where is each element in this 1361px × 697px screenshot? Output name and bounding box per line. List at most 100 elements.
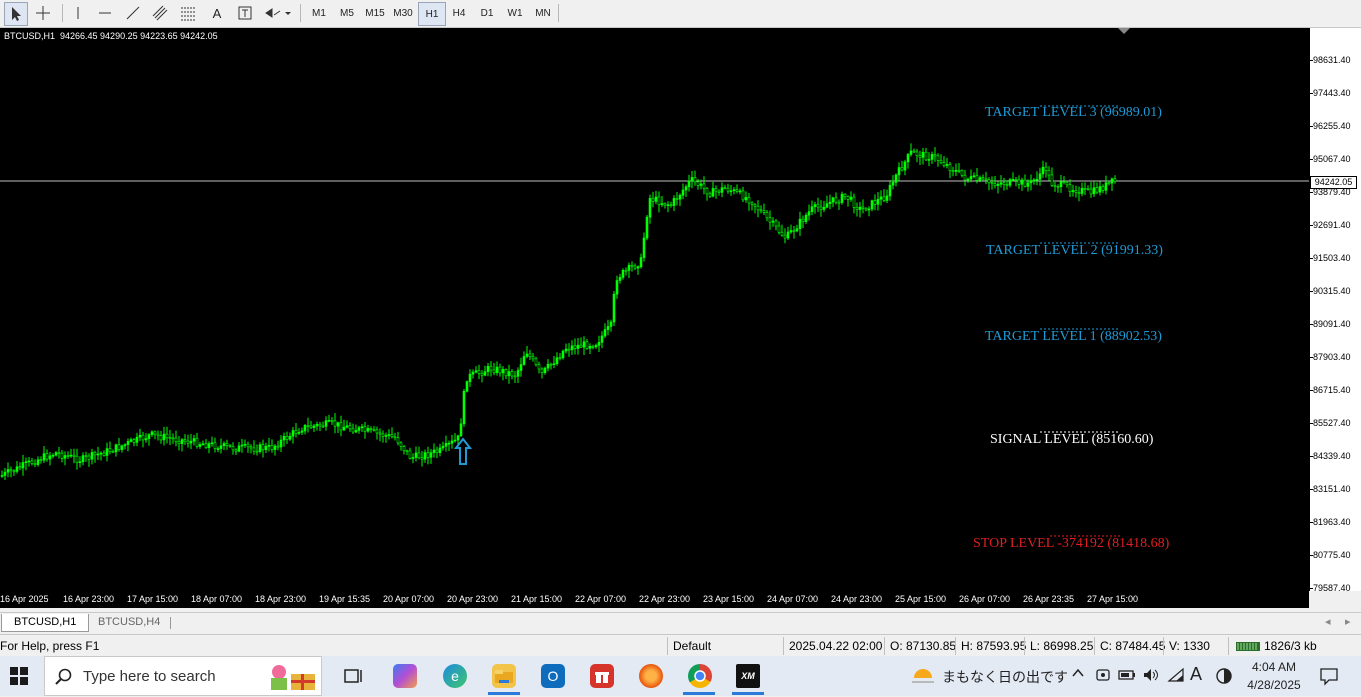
taskbar-search-box[interactable]: Type here to search — [44, 656, 322, 696]
candle-body — [186, 440, 190, 444]
candle-body — [1065, 182, 1069, 186]
candle-body — [441, 445, 445, 449]
timeframe-d1-button[interactable]: D1 — [474, 2, 500, 24]
candle-body — [942, 162, 946, 166]
xm-trading-icon[interactable]: XM — [736, 664, 760, 688]
network-icon[interactable] — [1167, 667, 1185, 688]
price-tick: 81963.40 — [1313, 517, 1351, 527]
tray-overflow-chevron-icon[interactable] — [1071, 666, 1085, 683]
time-axis[interactable]: 16 Apr 2025 16 Apr 23:00 17 Apr 15:00 18… — [0, 591, 1309, 608]
price-tick: 84339.40 — [1313, 451, 1351, 461]
candle-body — [705, 187, 709, 195]
candle-body — [342, 426, 346, 431]
candle-body — [921, 151, 925, 158]
timeframe-h4-button[interactable]: H4 — [446, 2, 472, 24]
fibonacci-tool-icon[interactable] — [178, 2, 200, 24]
file-explorer-icon[interactable] — [492, 664, 516, 688]
candle-body — [294, 430, 298, 434]
time-tick: 27 Apr 15:00 — [1087, 594, 1139, 604]
candle-body — [183, 439, 187, 442]
firefox-icon[interactable] — [639, 664, 663, 688]
text-label-tool-icon[interactable] — [234, 2, 256, 24]
vertical-line-tool-icon[interactable] — [68, 2, 88, 24]
outlook-icon[interactable]: O — [541, 664, 565, 688]
candle-body — [546, 363, 550, 369]
meet-now-icon[interactable] — [1095, 667, 1111, 688]
status-datetime: 2025.04.22 02:00 — [789, 639, 883, 653]
candle-body — [399, 442, 403, 447]
candle-body — [495, 366, 499, 373]
ime-indicator[interactable]: A — [1190, 664, 1202, 685]
weather-sunrise-icon[interactable] — [910, 664, 936, 693]
timeframe-h1-button[interactable]: H1 — [418, 2, 446, 26]
traffic-stats: 1826/3 kb — [1264, 639, 1317, 653]
candle-body — [624, 269, 628, 272]
candle-body — [543, 367, 547, 373]
search-highlight-icon — [267, 662, 319, 697]
candle-body — [366, 428, 370, 432]
timeframe-m1-button[interactable]: M1 — [306, 2, 332, 24]
timeframe-w1-button[interactable]: W1 — [502, 2, 528, 24]
price-chart[interactable]: BTCUSD,H1 94266.45 94290.25 94223.65 942… — [0, 28, 1309, 591]
trendline-tool-icon[interactable] — [122, 2, 144, 24]
equidistant-channel-tool-icon[interactable] — [150, 2, 172, 24]
gift-app-icon[interactable] — [590, 664, 614, 688]
edge-browser-icon[interactable]: e — [443, 664, 467, 688]
candle-body — [372, 429, 376, 431]
tab-scroll-right-icon[interactable]: ▸ — [1345, 615, 1351, 628]
windows-start-icon[interactable] — [10, 667, 28, 690]
candle-body — [798, 218, 802, 230]
candle-body — [603, 329, 607, 337]
tab-btcusd-h4[interactable]: BTCUSD,H4 — [86, 614, 172, 631]
ime-mode-icon[interactable] — [1215, 667, 1233, 690]
tab-btcusd-h1[interactable]: BTCUSD,H1 — [1, 614, 90, 632]
candle-body — [1023, 179, 1027, 187]
clock-time[interactable]: 4:04 AM — [1244, 660, 1304, 674]
candle-body — [612, 293, 616, 323]
candle-body — [708, 193, 712, 197]
candle-body — [198, 444, 202, 447]
candle-body — [432, 449, 436, 453]
clock-date[interactable]: 4/28/2025 — [1244, 678, 1304, 692]
candle-body — [723, 187, 727, 189]
candle-body — [981, 177, 985, 180]
timeframe-m5-button[interactable]: M5 — [334, 2, 360, 24]
price-axis[interactable] — [1309, 28, 1361, 591]
timeframe-m30-button[interactable]: M30 — [390, 2, 416, 24]
timeframe-mn-button[interactable]: MN — [530, 2, 556, 24]
text-tool-icon[interactable]: A — [206, 2, 228, 24]
candle-body — [570, 345, 574, 351]
notification-center-icon[interactable] — [1319, 666, 1339, 691]
cursor-tool-icon[interactable] — [4, 2, 28, 26]
task-view-icon[interactable] — [342, 664, 366, 688]
battery-icon[interactable] — [1118, 667, 1136, 688]
candle-body — [42, 453, 46, 461]
horizontal-line-tool-icon[interactable] — [94, 2, 116, 24]
chrome-icon[interactable] — [688, 664, 712, 688]
time-tick: 18 Apr 07:00 — [191, 594, 243, 604]
copilot-icon[interactable] — [393, 664, 417, 688]
candle-body — [702, 183, 706, 189]
candle-body — [669, 204, 673, 206]
candle-body — [360, 426, 364, 428]
candle-body — [816, 204, 820, 208]
candle-body — [213, 442, 217, 450]
candle-body — [462, 390, 466, 425]
price-tick: 79587.40 — [1313, 583, 1351, 593]
candle-body — [270, 444, 274, 450]
price-tick: 87903.40 — [1313, 352, 1351, 362]
tab-scroll-left-icon[interactable]: ◂ — [1325, 615, 1331, 628]
candle-body — [393, 436, 397, 439]
candle-body — [405, 450, 409, 453]
candle-body — [105, 448, 109, 456]
weather-text[interactable]: まもなく日の出です — [942, 667, 1068, 687]
candle-body — [894, 174, 898, 183]
timeframe-m15-button[interactable]: M15 — [362, 2, 388, 24]
candle-body — [996, 183, 1000, 186]
candle-body — [318, 424, 322, 427]
arrows-tool-icon[interactable] — [262, 2, 292, 24]
volume-icon[interactable] — [1142, 667, 1160, 688]
crosshair-tool-icon[interactable] — [32, 2, 54, 24]
candle-body — [144, 438, 148, 441]
candle-body — [351, 428, 355, 433]
